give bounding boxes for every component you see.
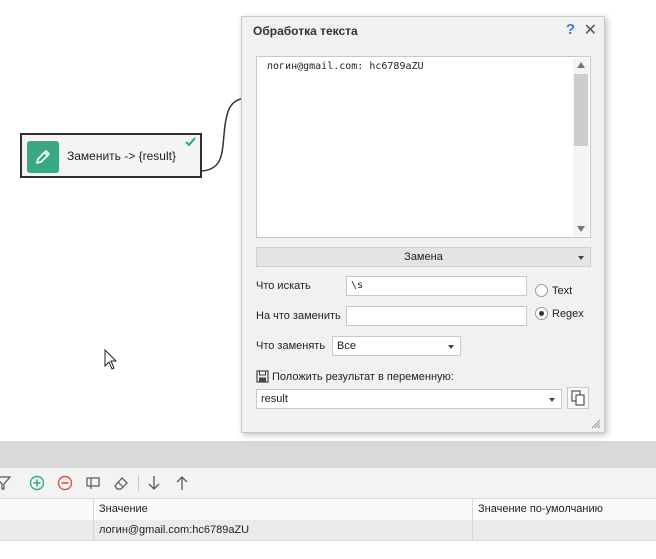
add-icon[interactable] — [28, 474, 46, 492]
filter-icon[interactable] — [0, 474, 12, 492]
scroll-up-icon[interactable] — [577, 62, 585, 68]
eraser-icon[interactable] — [112, 474, 130, 492]
variables-panel-header — [0, 441, 656, 468]
input-text: логин@gmail.com: hc6789aZU — [267, 61, 424, 72]
node-label: Заменить -> {result} — [67, 149, 176, 163]
result-variable-value: result — [261, 393, 288, 405]
chevron-down-icon — [448, 345, 454, 349]
grid-header: Значение Значение по-умолчанию — [0, 498, 656, 522]
input-text-area[interactable]: логин@gmail.com: hc6789aZU — [256, 56, 591, 238]
variables-toolbar — [0, 468, 656, 498]
checkmark-icon — [185, 137, 196, 146]
arrow-up-icon[interactable] — [173, 474, 191, 492]
scroll-thumb[interactable] — [574, 74, 588, 146]
help-button[interactable]: ? — [566, 21, 575, 38]
result-variable-select[interactable]: result — [256, 389, 562, 409]
chevron-down-icon — [549, 398, 555, 402]
arrow-down-icon[interactable] — [145, 474, 163, 492]
cell-value[interactable]: логин@gmail.com:hc6789aZU — [94, 520, 249, 540]
columns-icon[interactable] — [84, 474, 102, 492]
scroll-down-icon[interactable] — [577, 226, 585, 232]
radio-regex[interactable] — [535, 307, 548, 320]
dialog-title: Обработка текста — [253, 24, 358, 38]
what-replace-select[interactable]: Все — [332, 336, 461, 356]
action-node[interactable]: Заменить -> {result} — [20, 133, 202, 178]
mouse-cursor-icon — [104, 349, 118, 370]
find-input[interactable]: \s — [346, 276, 527, 296]
remove-icon[interactable] — [56, 474, 74, 492]
column-header-default[interactable]: Значение по-умолчанию — [473, 499, 603, 521]
pencil-icon — [27, 141, 59, 173]
radio-text[interactable] — [535, 284, 548, 297]
copy-icon — [571, 390, 585, 406]
radio-text-label: Text — [552, 285, 573, 297]
resize-grip-icon[interactable] — [590, 418, 601, 429]
save-icon — [256, 370, 269, 383]
what-replace-label: Что заменять — [256, 340, 326, 352]
save-result-label: Положить результат в переменную: — [272, 371, 454, 383]
mode-select-value: Замена — [404, 251, 443, 263]
radio-regex-label: Regex — [552, 308, 584, 320]
scrollbar[interactable] — [573, 58, 589, 236]
what-replace-value: Все — [337, 340, 356, 352]
toolbar-divider — [138, 475, 139, 491]
replace-label: На что заменить — [256, 310, 341, 322]
chevron-down-icon — [578, 256, 584, 260]
cell-default[interactable] — [473, 520, 478, 540]
copy-button[interactable] — [567, 387, 589, 409]
replace-input[interactable] — [346, 306, 527, 326]
column-header-value[interactable]: Значение — [94, 499, 148, 521]
table-row[interactable]: логин@gmail.com:hc6789aZU — [0, 520, 656, 541]
mode-select[interactable]: Замена — [256, 247, 591, 267]
find-label: Что искать — [256, 280, 311, 292]
text-processing-dialog: Обработка текста ? ✕ логин@gmail.com: hc… — [241, 16, 605, 433]
close-button[interactable]: ✕ — [584, 20, 597, 40]
